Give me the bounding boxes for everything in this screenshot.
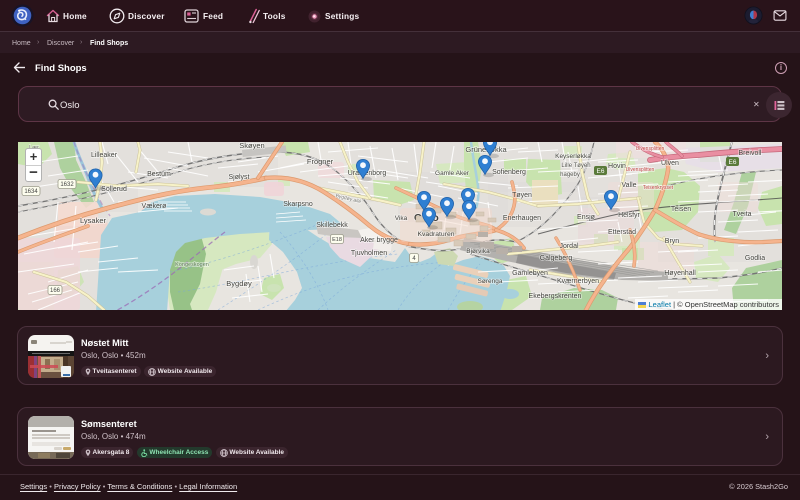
svg-text:Lysaker: Lysaker xyxy=(80,216,106,225)
svg-text:Skarpsno: Skarpsno xyxy=(283,201,313,208)
svg-text:Lille Tøyen: Lille Tøyen xyxy=(561,163,590,169)
svg-text:166: 166 xyxy=(50,288,61,294)
svg-text:Tjuvholmen: Tjuvholmen xyxy=(351,250,387,257)
svg-text:Valle: Valle xyxy=(621,182,636,189)
svg-text:Etterstad: Etterstad xyxy=(608,229,636,236)
svg-text:Jordal: Jordal xyxy=(559,243,579,250)
svg-text:Hovin: Hovin xyxy=(608,163,626,170)
svg-text:Galgeberg: Galgeberg xyxy=(540,255,573,262)
svg-text:Helsfyr: Helsfyr xyxy=(618,212,640,219)
svg-text:Bygdøy: Bygdøy xyxy=(226,279,252,288)
svg-text:Skøyen: Skøyen xyxy=(239,142,264,150)
svg-text:Frogner: Frogner xyxy=(307,157,334,166)
svg-text:Sjølyst: Sjølyst xyxy=(229,174,250,181)
svg-text:Vækerø: Vækerø xyxy=(142,203,168,210)
svg-text:Tøyen: Tøyen xyxy=(512,192,532,199)
svg-text:Aker brygge: Aker brygge xyxy=(360,237,398,244)
svg-text:Sollerud: Sollerud xyxy=(101,186,127,193)
svg-text:Sofienberg: Sofienberg xyxy=(492,169,526,176)
svg-text:Tveita: Tveita xyxy=(732,211,751,218)
svg-text:Lilleaker: Lilleaker xyxy=(91,152,118,159)
svg-text:Skillebekk: Skillebekk xyxy=(316,222,348,229)
svg-text:E6: E6 xyxy=(597,168,605,175)
svg-text:Ulvensplitten: Ulvensplitten xyxy=(636,146,665,152)
svg-text:1634: 1634 xyxy=(24,189,38,195)
svg-text:E18: E18 xyxy=(332,237,342,243)
svg-text:Teisen: Teisen xyxy=(671,206,691,213)
svg-text:Ekebergskrenten: Ekebergskrenten xyxy=(529,293,582,300)
svg-text:Høyenhall: Høyenhall xyxy=(664,270,696,277)
svg-text:Godlia: Godlia xyxy=(745,255,765,262)
svg-text:Ensjø: Ensjø xyxy=(577,214,596,221)
svg-text:Ulvensplitten: Ulvensplitten xyxy=(626,167,655,173)
svg-text:Vika: Vika xyxy=(395,215,408,222)
svg-text:Keyserløkka: Keyserløkka xyxy=(555,153,591,160)
svg-text:Enerhaugen: Enerhaugen xyxy=(503,215,541,222)
svg-text:Kværnerbyen: Kværnerbyen xyxy=(557,278,599,285)
svg-text:Gamlebyen: Gamlebyen xyxy=(512,270,548,277)
svg-text:E6: E6 xyxy=(729,159,737,166)
svg-text:Gamle Aker: Gamle Aker xyxy=(435,170,470,177)
svg-text:Bjørvika: Bjørvika xyxy=(466,248,490,255)
svg-text:Breivoll: Breivoll xyxy=(739,150,762,157)
svg-text:Teisenkrysset: Teisenkrysset xyxy=(643,185,674,191)
svg-text:Kvadraturen: Kvadraturen xyxy=(417,231,454,238)
svg-text:Ulven: Ulven xyxy=(661,160,679,167)
svg-text:1632: 1632 xyxy=(60,182,74,188)
svg-text:Bestum: Bestum xyxy=(147,171,171,178)
svg-text:Sørenga: Sørenga xyxy=(478,278,503,285)
svg-text:Bryn: Bryn xyxy=(665,238,680,245)
svg-text:Kongeskogen: Kongeskogen xyxy=(175,262,209,268)
svg-text:hageby: hageby xyxy=(560,172,580,178)
